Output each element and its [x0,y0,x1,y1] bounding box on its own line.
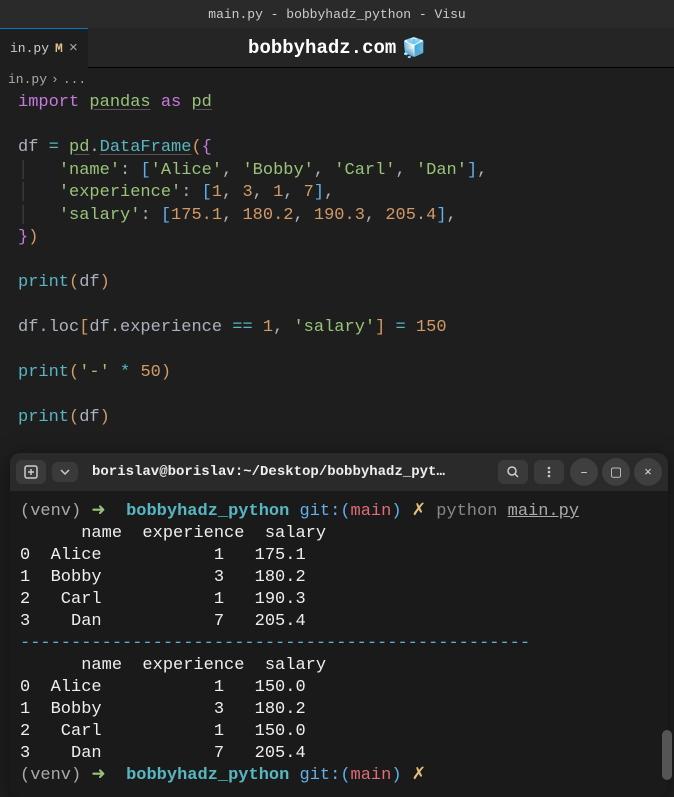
output-line: ----------------------------------------… [20,634,530,653]
output-line: 1 Bobby 3 180.2 [20,568,306,587]
code-line: print(df) [18,272,656,295]
close-button[interactable]: × [634,458,662,486]
output-line: 0 Alice 1 175.1 [20,546,306,565]
chevron-right-icon: › [51,72,59,87]
maximize-button[interactable]: ▢ [602,458,630,486]
code-line [18,385,656,408]
minimize-icon: – [580,465,588,480]
code-line: │ 'name': ['Alice', 'Bobby', 'Carl', 'Da… [18,160,656,183]
site-banner: bobbyhadz.com 🧊 [248,36,426,60]
terminal-header: borislav@borislav:~/Desktop/bobbyhadz_py… [10,453,668,491]
breadcrumb-file: in.py [8,72,47,87]
code-line: print(df) [18,407,656,430]
cube-icon: 🧊 [402,36,426,60]
output-line: name experience salary [20,656,326,675]
new-tab-button[interactable] [16,460,46,484]
code-line: }) [18,227,656,250]
window-controls: – ▢ × [570,458,662,486]
tab-bar: in.py M × bobbyhadz.com 🧊 [0,28,674,68]
site-name: bobbyhadz.com [248,37,396,59]
menu-button[interactable] [534,460,564,484]
breadcrumb-rest: ... [63,72,86,87]
kebab-icon [542,465,556,479]
scrollbar-thumb[interactable] [662,730,672,780]
maximize-icon: ▢ [610,465,622,480]
code-line: print('-' * 50) [18,362,656,385]
output-line: 2 Carl 1 150.0 [20,722,306,741]
code-line: │ 'salary': [175.1, 180.2, 190.3, 205.4]… [18,205,656,228]
output-line: 3 Dan 7 205.4 [20,744,306,763]
close-icon[interactable]: × [69,40,78,57]
output-line: 3 Dan 7 205.4 [20,612,306,631]
breadcrumb[interactable]: in.py › ... [0,68,674,90]
minimize-button[interactable]: – [570,458,598,486]
editor-tab-main[interactable]: in.py M × [0,28,88,68]
window-titlebar: main.py - bobbyhadz_python - Visu [0,0,674,28]
terminal-output[interactable]: (venv) ➜ bobbyhadz_python git:(main) ✗ p… [10,491,668,797]
terminal-title: borislav@borislav:~/Desktop/bobbyhadz_py… [84,464,492,480]
chevron-down-icon [60,467,70,477]
modified-indicator: M [55,41,63,56]
code-line [18,295,656,318]
code-line: df = pd.DataFrame({ [18,137,656,160]
search-button[interactable] [498,460,528,484]
window-title: main.py - bobbyhadz_python - Visu [208,7,465,22]
output-line: name experience salary [20,524,326,543]
dropdown-button[interactable] [52,462,78,482]
tab-label: in.py [10,41,49,56]
code-line: │ 'experience': [1, 3, 1, 7], [18,182,656,205]
search-icon [506,465,520,479]
terminal-panel: borislav@borislav:~/Desktop/bobbyhadz_py… [10,453,668,797]
code-line: df.loc[df.experience == 1, 'salary'] = 1… [18,317,656,340]
code-line [18,250,656,273]
code-line: import pandas as pd [18,92,656,115]
close-icon: × [644,465,652,480]
output-line: 2 Carl 1 190.3 [20,590,306,609]
output-line: 1 Bobby 3 180.2 [20,700,306,719]
code-editor[interactable]: import pandas as pd df = pd.DataFrame({ … [0,90,674,440]
code-line [18,115,656,138]
plus-square-icon [24,465,38,479]
code-line [18,340,656,363]
output-line: 0 Alice 1 150.0 [20,678,306,697]
